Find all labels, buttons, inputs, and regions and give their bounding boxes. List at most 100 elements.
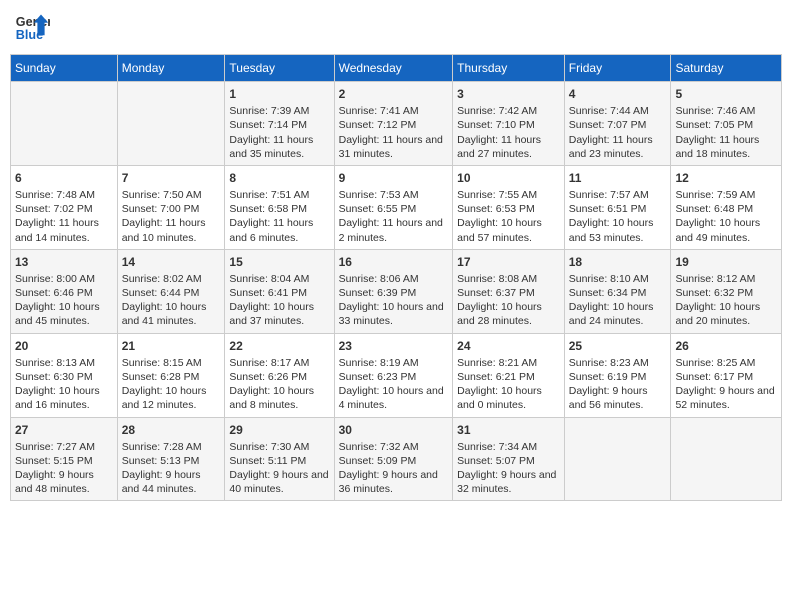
day-info: Sunrise: 7:39 AM Sunset: 7:14 PM Dayligh…: [229, 104, 329, 161]
day-number: 12: [675, 170, 777, 186]
calendar-day-cell: 17 Sunrise: 8:08 AM Sunset: 6:37 PM Dayli…: [453, 249, 565, 333]
day-number: 9: [339, 170, 449, 186]
day-info: Sunrise: 8:19 AM Sunset: 6:23 PM Dayligh…: [339, 356, 449, 413]
calendar-day-cell: 31Sunrise: 7:34 AM Sunset: 5:07 PM Dayli…: [453, 417, 565, 501]
calendar-day-cell: 11Sunrise: 7:57 AM Sunset: 6:51 PM Dayli…: [564, 165, 671, 249]
calendar-day-cell: [564, 417, 671, 501]
day-number: 1: [229, 86, 329, 102]
calendar-day-cell: 29 Sunrise: 7:30 AM Sunset: 5:11 PM Dayli…: [225, 417, 334, 501]
weekday-header-cell: Tuesday: [225, 55, 334, 82]
day-number: 6: [15, 170, 113, 186]
weekday-header-cell: Sunday: [11, 55, 118, 82]
day-info: Sunrise: 8:25 AM Sunset: 6:17 PM Dayligh…: [675, 356, 777, 413]
day-number: 7: [122, 170, 221, 186]
calendar-day-cell: 9 Sunrise: 7:53 AM Sunset: 6:55 PM Daylig…: [334, 165, 453, 249]
page-header: General Blue: [10, 10, 782, 46]
day-number: 15: [229, 254, 329, 270]
day-number: 19: [675, 254, 777, 270]
day-info: Sunrise: 8:02 AM Sunset: 6:44 PM Dayligh…: [122, 272, 221, 329]
calendar-table: SundayMondayTuesdayWednesdayThursdayFrid…: [10, 54, 782, 501]
calendar-day-cell: 12Sunrise: 7:59 AM Sunset: 6:48 PM Dayli…: [671, 165, 782, 249]
calendar-day-cell: 14Sunrise: 8:02 AM Sunset: 6:44 PM Dayli…: [117, 249, 225, 333]
day-number: 27: [15, 422, 113, 438]
day-number: 24: [457, 338, 560, 354]
weekday-header-cell: Thursday: [453, 55, 565, 82]
day-number: 30: [339, 422, 449, 438]
day-info: Sunrise: 8:08 AM Sunset: 6:37 PM Dayligh…: [457, 272, 560, 329]
day-info: Sunrise: 8:15 AM Sunset: 6:28 PM Dayligh…: [122, 356, 221, 413]
day-info: Sunrise: 7:42 AM Sunset: 7:10 PM Dayligh…: [457, 104, 560, 161]
day-info: Sunrise: 7:46 AM Sunset: 7:05 PM Dayligh…: [675, 104, 777, 161]
day-info: Sunrise: 8:23 AM Sunset: 6:19 PM Dayligh…: [569, 356, 667, 413]
day-info: Sunrise: 7:28 AM Sunset: 5:13 PM Dayligh…: [122, 440, 221, 497]
day-info: Sunrise: 7:48 AM Sunset: 7:02 PM Dayligh…: [15, 188, 113, 245]
calendar-day-cell: 3Sunrise: 7:42 AM Sunset: 7:10 PM Daylig…: [453, 82, 565, 166]
calendar-week-row: 6 Sunrise: 7:48 AM Sunset: 7:02 PM Daylig…: [11, 165, 782, 249]
calendar-day-cell: 6 Sunrise: 7:48 AM Sunset: 7:02 PM Daylig…: [11, 165, 118, 249]
day-number: 13: [15, 254, 113, 270]
calendar-week-row: 13 Sunrise: 8:00 AM Sunset: 6:46 PM Dayli…: [11, 249, 782, 333]
calendar-day-cell: 28 Sunrise: 7:28 AM Sunset: 5:13 PM Dayli…: [117, 417, 225, 501]
calendar-day-cell: 1 Sunrise: 7:39 AM Sunset: 7:14 PM Daylig…: [225, 82, 334, 166]
weekday-header-row: SundayMondayTuesdayWednesdayThursdayFrid…: [11, 55, 782, 82]
day-info: Sunrise: 8:06 AM Sunset: 6:39 PM Dayligh…: [339, 272, 449, 329]
weekday-header-cell: Friday: [564, 55, 671, 82]
calendar-day-cell: 16 Sunrise: 8:06 AM Sunset: 6:39 PM Dayli…: [334, 249, 453, 333]
day-info: Sunrise: 8:00 AM Sunset: 6:46 PM Dayligh…: [15, 272, 113, 329]
day-info: Sunrise: 7:51 AM Sunset: 6:58 PM Dayligh…: [229, 188, 329, 245]
calendar-body: 1 Sunrise: 7:39 AM Sunset: 7:14 PM Daylig…: [11, 82, 782, 501]
day-number: 5: [675, 86, 777, 102]
calendar-day-cell: 24 Sunrise: 8:21 AM Sunset: 6:21 PM Dayli…: [453, 333, 565, 417]
calendar-day-cell: 20Sunrise: 8:13 AM Sunset: 6:30 PM Dayli…: [11, 333, 118, 417]
calendar-day-cell: 25 Sunrise: 8:23 AM Sunset: 6:19 PM Dayli…: [564, 333, 671, 417]
day-number: 22: [229, 338, 329, 354]
day-info: Sunrise: 8:04 AM Sunset: 6:41 PM Dayligh…: [229, 272, 329, 329]
logo: General Blue: [14, 10, 50, 46]
calendar-day-cell: 15 Sunrise: 8:04 AM Sunset: 6:41 PM Dayli…: [225, 249, 334, 333]
day-info: Sunrise: 7:32 AM Sunset: 5:09 PM Dayligh…: [339, 440, 449, 497]
day-info: Sunrise: 7:41 AM Sunset: 7:12 PM Dayligh…: [339, 104, 449, 161]
day-info: Sunrise: 7:30 AM Sunset: 5:11 PM Dayligh…: [229, 440, 329, 497]
day-number: 23: [339, 338, 449, 354]
calendar-day-cell: 30 Sunrise: 7:32 AM Sunset: 5:09 PM Dayli…: [334, 417, 453, 501]
calendar-day-cell: 4 Sunrise: 7:44 AM Sunset: 7:07 PM Daylig…: [564, 82, 671, 166]
day-info: Sunrise: 7:34 AM Sunset: 5:07 PM Dayligh…: [457, 440, 560, 497]
calendar-day-cell: 7 Sunrise: 7:50 AM Sunset: 7:00 PM Daylig…: [117, 165, 225, 249]
day-number: 25: [569, 338, 667, 354]
calendar-day-cell: 27 Sunrise: 7:27 AM Sunset: 5:15 PM Dayli…: [11, 417, 118, 501]
day-number: 2: [339, 86, 449, 102]
weekday-header-cell: Monday: [117, 55, 225, 82]
day-number: 8: [229, 170, 329, 186]
day-info: Sunrise: 8:12 AM Sunset: 6:32 PM Dayligh…: [675, 272, 777, 329]
calendar-day-cell: 18 Sunrise: 8:10 AM Sunset: 6:34 PM Dayli…: [564, 249, 671, 333]
day-number: 17: [457, 254, 560, 270]
day-number: 11: [569, 170, 667, 186]
day-number: 4: [569, 86, 667, 102]
calendar-day-cell: 2 Sunrise: 7:41 AM Sunset: 7:12 PM Daylig…: [334, 82, 453, 166]
day-info: Sunrise: 7:27 AM Sunset: 5:15 PM Dayligh…: [15, 440, 113, 497]
calendar-day-cell: [671, 417, 782, 501]
day-info: Sunrise: 8:10 AM Sunset: 6:34 PM Dayligh…: [569, 272, 667, 329]
day-info: Sunrise: 7:44 AM Sunset: 7:07 PM Dayligh…: [569, 104, 667, 161]
day-info: Sunrise: 7:50 AM Sunset: 7:00 PM Dayligh…: [122, 188, 221, 245]
day-number: 18: [569, 254, 667, 270]
calendar-week-row: 1 Sunrise: 7:39 AM Sunset: 7:14 PM Daylig…: [11, 82, 782, 166]
calendar-day-cell: 23 Sunrise: 8:19 AM Sunset: 6:23 PM Dayli…: [334, 333, 453, 417]
weekday-header-cell: Saturday: [671, 55, 782, 82]
calendar-day-cell: 22 Sunrise: 8:17 AM Sunset: 6:26 PM Dayli…: [225, 333, 334, 417]
weekday-header-cell: Wednesday: [334, 55, 453, 82]
day-info: Sunrise: 7:53 AM Sunset: 6:55 PM Dayligh…: [339, 188, 449, 245]
day-number: 29: [229, 422, 329, 438]
calendar-day-cell: 5 Sunrise: 7:46 AM Sunset: 7:05 PM Daylig…: [671, 82, 782, 166]
day-number: 28: [122, 422, 221, 438]
day-info: Sunrise: 8:17 AM Sunset: 6:26 PM Dayligh…: [229, 356, 329, 413]
calendar-day-cell: 21Sunrise: 8:15 AM Sunset: 6:28 PM Dayli…: [117, 333, 225, 417]
day-number: 16: [339, 254, 449, 270]
calendar-day-cell: 8 Sunrise: 7:51 AM Sunset: 6:58 PM Daylig…: [225, 165, 334, 249]
calendar-day-cell: 13 Sunrise: 8:00 AM Sunset: 6:46 PM Dayli…: [11, 249, 118, 333]
day-number: 26: [675, 338, 777, 354]
calendar-day-cell: 19 Sunrise: 8:12 AM Sunset: 6:32 PM Dayli…: [671, 249, 782, 333]
day-number: 20: [15, 338, 113, 354]
day-number: 10: [457, 170, 560, 186]
day-info: Sunrise: 8:21 AM Sunset: 6:21 PM Dayligh…: [457, 356, 560, 413]
